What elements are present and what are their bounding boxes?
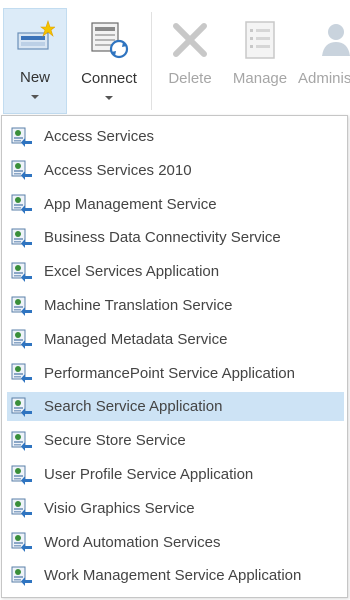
ribbon-separator [151, 12, 152, 110]
chevron-down-icon [105, 96, 113, 100]
administrators-button-label: Adminis [298, 70, 350, 87]
menu-item[interactable]: Access Services 2010 [7, 156, 344, 185]
administrators-icon [322, 24, 350, 56]
menu-item[interactable]: Secure Store Service [7, 426, 344, 455]
menu-item-label: User Profile Service Application [44, 466, 254, 483]
service-application-icon [11, 227, 33, 249]
menu-item[interactable]: Managed Metadata Service [7, 325, 344, 354]
menu-item-label: PerformancePoint Service Application [44, 364, 295, 382]
manage-icon [245, 21, 275, 59]
service-application-icon [11, 396, 33, 418]
menu-item[interactable]: User Profile Service Application [7, 460, 344, 489]
service-application-icon [11, 430, 33, 452]
service-application-icon [11, 362, 33, 384]
menu-item-label: Work Management Service Application [44, 567, 302, 585]
menu-item[interactable]: PerformancePoint Service Application [7, 359, 344, 388]
manage-button[interactable]: Manage [226, 10, 294, 110]
service-application-icon [11, 531, 33, 553]
ribbon-toolbar: New Connect Delete Manage Adminis [0, 0, 350, 120]
menu-item[interactable]: Word Automation Services [7, 528, 344, 557]
service-application-icon [11, 295, 33, 317]
menu-item[interactable]: Business Data Connectivity Service [7, 223, 344, 252]
service-application-icon [11, 565, 33, 587]
menu-item-label: Excel Services Application [44, 263, 220, 281]
menu-item[interactable]: Excel Services Application [7, 257, 344, 286]
service-application-icon [11, 126, 33, 148]
service-application-icon [11, 497, 33, 519]
menu-item[interactable]: Visio Graphics Service [7, 494, 344, 523]
menu-item-label: Business Data Connectivity Service [44, 229, 281, 247]
menu-item-label: Access Services [44, 128, 155, 145]
connect-button[interactable]: Connect [74, 10, 144, 116]
menu-item[interactable]: Access Services [7, 122, 344, 151]
connect-icon [91, 22, 129, 59]
administrators-button[interactable]: Adminis [296, 10, 350, 110]
menu-item-label: Search Service Application [44, 398, 223, 416]
delete-button-label: Delete [168, 70, 212, 87]
service-application-icon [11, 464, 33, 486]
menu-item-label: App Management Service [44, 195, 217, 213]
menu-item[interactable]: Search Service Application [7, 392, 344, 422]
manage-button-label: Manage [232, 70, 288, 87]
new-service-icon [17, 20, 55, 50]
new-button[interactable]: New [3, 8, 67, 114]
service-application-icon [11, 261, 33, 283]
menu-item[interactable]: App Management Service [7, 190, 344, 219]
connect-button-label: Connect [81, 70, 137, 87]
delete-icon [173, 23, 207, 57]
menu-item-label: Secure Store Service [44, 432, 186, 450]
menu-item[interactable]: Machine Translation Service [7, 291, 344, 320]
service-application-icon [11, 328, 33, 350]
menu-item[interactable]: Work Management Service Application [7, 561, 344, 590]
service-application-icon [11, 193, 33, 215]
menu-item-label: Access Services 2010 [44, 161, 192, 179]
new-service-dropdown-menu: Access Services Access Services 2010 App M… [1, 115, 348, 598]
menu-item-label: Managed Metadata Service [44, 330, 228, 348]
service-application-icon [11, 159, 33, 181]
chevron-down-icon [31, 95, 39, 99]
menu-item-label: Visio Graphics Service [44, 499, 195, 517]
delete-button[interactable]: Delete [158, 10, 222, 110]
new-button-label: New [19, 69, 50, 86]
menu-item-label: Machine Translation Service [44, 297, 233, 314]
menu-item-label: Word Automation Services [44, 533, 221, 551]
